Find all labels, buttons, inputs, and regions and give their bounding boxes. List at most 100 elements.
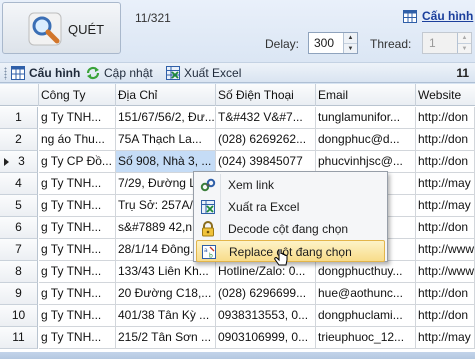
- cell-phone[interactable]: (024) 39845077: [216, 151, 316, 173]
- toolbar-update-button[interactable]: Cập nhật: [86, 66, 153, 80]
- cell-address[interactable]: 401/38 Tân Kỳ ...: [116, 305, 216, 327]
- cell-email[interactable]: trieuphuoc_12...: [316, 327, 416, 349]
- spin-down-icon[interactable]: ▼: [344, 43, 357, 53]
- row-number[interactable]: 1: [0, 107, 38, 129]
- cell-website[interactable]: http://don: [416, 151, 475, 173]
- svg-text:b: b: [209, 253, 213, 260]
- cell-website[interactable]: http://don: [416, 129, 475, 151]
- result-count: 11: [456, 66, 469, 80]
- cell-phone[interactable]: 0903106999, 0...: [216, 327, 316, 349]
- cell-company[interactable]: g Ty TNH...: [39, 327, 116, 349]
- cell-website[interactable]: http://www: [416, 261, 475, 283]
- context-menu: Xem link Xuất ra Excel Decode cột đang c…: [193, 171, 388, 262]
- toolbar-export-label: Xuất Excel: [184, 66, 242, 80]
- spin-up-icon: ▲: [458, 33, 471, 43]
- refresh-icon: [86, 66, 100, 80]
- cell-company[interactable]: g Ty TNH...: [39, 217, 116, 239]
- row-number[interactable]: 4: [0, 173, 38, 195]
- row-number[interactable]: 2: [0, 129, 38, 151]
- menu-item-replace-column[interactable]: a b Replace cột đang chọn: [196, 240, 385, 262]
- bottom-bar: [0, 352, 475, 359]
- delay-stepper[interactable]: 300 ▲ ▼: [308, 32, 358, 54]
- row-number[interactable]: 5: [0, 195, 38, 217]
- cell-website[interactable]: http://don: [416, 107, 475, 129]
- table-row[interactable]: 2 ng áo Thu... 75A Thạch La... (028) 626926…: [0, 129, 475, 151]
- cell-email[interactable]: phucvinhjsc@...: [316, 151, 416, 173]
- cell-company[interactable]: g Ty TNH...: [39, 107, 116, 129]
- column-header-website[interactable]: Website: [416, 84, 475, 106]
- cell-address[interactable]: 75A Thạch La...: [116, 129, 216, 151]
- menu-item-export-excel[interactable]: Xuất ra Excel: [196, 196, 385, 218]
- toolbar-update-label: Cập nhật: [104, 66, 153, 80]
- excel-icon: [201, 200, 215, 214]
- scan-button[interactable]: QUÉT: [2, 2, 121, 54]
- cell-phone[interactable]: T&#432 V&#7...: [216, 107, 316, 129]
- toolbar-config-button[interactable]: Cấu hình: [11, 66, 80, 80]
- cell-email[interactable]: dongphuc@d...: [316, 129, 416, 151]
- column-header-company[interactable]: Công Ty: [39, 84, 116, 106]
- toolbar-export-button[interactable]: Xuất Excel: [166, 66, 241, 80]
- cell-company[interactable]: g Ty CP Đồ...: [39, 151, 116, 173]
- row-number[interactable]: 3: [0, 151, 38, 173]
- table-row[interactable]: 8g Ty TNH... 133/43 Liên Kh... Hotline/Zal…: [0, 261, 475, 283]
- cell-website[interactable]: http://may: [416, 173, 475, 195]
- cell-phone[interactable]: (028) 6296699...: [216, 283, 316, 305]
- menu-item-label: Xuất ra Excel: [228, 200, 300, 214]
- row-number[interactable]: 10: [0, 305, 38, 327]
- row-number[interactable]: 11: [0, 327, 38, 349]
- table-row[interactable]: 1g Ty TNH... 151/67/56/2, Đư... T&#432 V&#…: [0, 107, 475, 129]
- cell-address[interactable]: 151/67/56/2, Đư...: [116, 107, 216, 129]
- row-number[interactable]: 8: [0, 261, 38, 283]
- cell-website[interactable]: http://don: [416, 305, 475, 327]
- cell-email[interactable]: hue@aothunc...: [316, 283, 416, 305]
- cell-address[interactable]: 133/43 Liên Kh...: [116, 261, 216, 283]
- svg-text:a: a: [204, 247, 208, 254]
- row-number[interactable]: 6: [0, 217, 38, 239]
- table-row[interactable]: 11 g Ty TNH... 215/2 Tân Sơn ... 0903106999…: [0, 327, 475, 349]
- cell-phone[interactable]: Hotline/Zalo: 0...: [216, 261, 316, 283]
- top-panel: QUÉT 11/321 Cấu hình Delay: 300 ▲ ▼ Thre…: [0, 0, 475, 62]
- cell-website[interactable]: http://www: [416, 239, 475, 261]
- table-row[interactable]: 3g Ty CP Đồ... Số 908, Nhà 3, ... (024) 39…: [0, 151, 475, 173]
- cell-company[interactable]: g Ty TNH...: [39, 195, 116, 217]
- cell-company[interactable]: g Ty TNH...: [39, 239, 116, 261]
- excel-icon: [166, 66, 180, 80]
- toolbar-grip: [4, 67, 7, 80]
- spin-up-icon[interactable]: ▲: [344, 33, 357, 43]
- cell-company[interactable]: g Ty TNH...: [39, 261, 116, 283]
- config-link[interactable]: Cấu hình: [403, 9, 473, 23]
- row-number[interactable]: 7: [0, 239, 38, 261]
- cell-email[interactable]: tunglamunifor...: [316, 107, 416, 129]
- cell-website[interactable]: http://don: [416, 217, 475, 239]
- search-icon: [28, 12, 62, 46]
- cell-address[interactable]: Số 908, Nhà 3, ...: [116, 151, 216, 173]
- column-header-email[interactable]: Email: [316, 84, 416, 106]
- menu-item-view-link[interactable]: Xem link: [196, 174, 385, 196]
- grid-icon: [11, 66, 25, 80]
- column-header-phone[interactable]: Số Điện Thoại: [216, 84, 316, 106]
- cell-website[interactable]: http://may: [416, 327, 475, 349]
- cell-email[interactable]: dongphuclami...: [316, 305, 416, 327]
- cell-phone[interactable]: (028) 6269262...: [216, 129, 316, 151]
- table-row[interactable]: 9g Ty TNH... 20 Đường C18,... (028) 629669…: [0, 283, 475, 305]
- column-header-address[interactable]: Địa Chỉ: [116, 84, 216, 106]
- cell-address[interactable]: 20 Đường C18,...: [116, 283, 216, 305]
- cell-website[interactable]: http://may: [416, 195, 475, 217]
- menu-item-decode-column[interactable]: Decode cột đang chọn: [196, 218, 385, 240]
- cell-phone[interactable]: 0938313553, 0...: [216, 305, 316, 327]
- thread-value: 1: [429, 36, 436, 50]
- menu-item-label: Decode cột đang chọn: [228, 222, 349, 236]
- row-number[interactable]: 9: [0, 283, 38, 305]
- cell-company[interactable]: g Ty TNH...: [39, 173, 116, 195]
- cell-company[interactable]: g Ty TNH...: [39, 305, 116, 327]
- cell-company[interactable]: ng áo Thu...: [39, 129, 116, 151]
- cell-company[interactable]: g Ty TNH...: [39, 283, 116, 305]
- delay-spin[interactable]: ▲ ▼: [343, 33, 357, 53]
- delay-value: 300: [314, 36, 335, 50]
- scan-label: QUÉT: [68, 22, 105, 37]
- row-header-corner: [0, 84, 39, 106]
- cell-address[interactable]: 215/2 Tân Sơn ...: [116, 327, 216, 349]
- table-row[interactable]: 10 g Ty TNH... 401/38 Tân Kỳ ... 0938313553…: [0, 305, 475, 327]
- cell-email[interactable]: dongphucthuy...: [316, 261, 416, 283]
- cell-website[interactable]: http://don: [416, 283, 475, 305]
